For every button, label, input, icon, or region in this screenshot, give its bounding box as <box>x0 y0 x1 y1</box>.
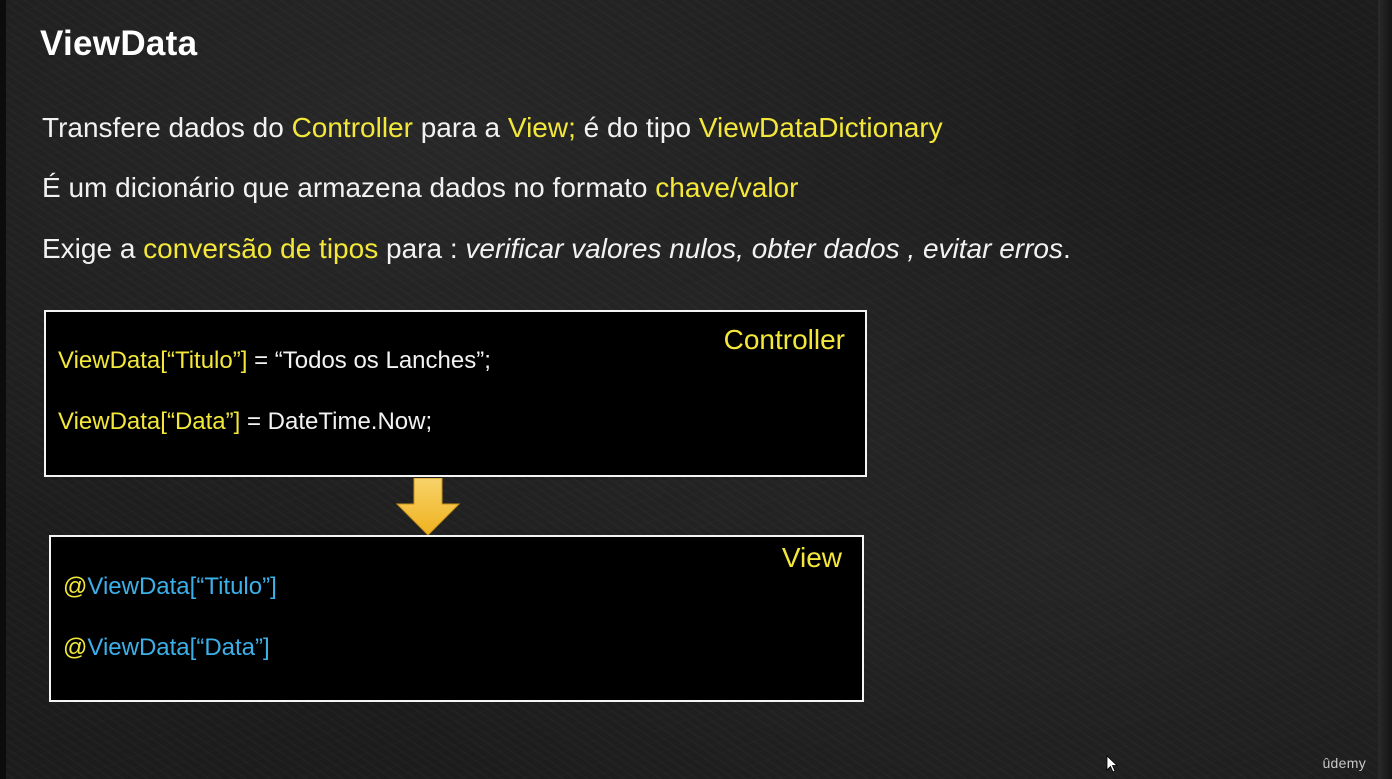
slide-stage: ViewData Transfere dados do Controller p… <box>0 0 1392 779</box>
razor-expression: ViewData[“Data”] <box>87 634 270 661</box>
line3-text-c: . <box>1063 233 1071 264</box>
code-key: ViewData[“Data”] <box>58 408 241 435</box>
view-code-line-1: @ViewData[“Titulo”] <box>63 573 277 601</box>
line1-highlight-controller: Controller <box>291 112 413 143</box>
line3-text-a: Exige a <box>42 233 144 264</box>
right-scroll-edge <box>1378 0 1392 779</box>
razor-at-symbol: @ <box>63 573 88 600</box>
mouse-pointer-icon <box>1106 755 1118 773</box>
razor-expression: ViewData[“Titulo”] <box>87 573 277 600</box>
line1-text-c: é do tipo <box>575 112 699 143</box>
view-code-line-2: @ViewData[“Data”] <box>63 634 270 662</box>
line2-highlight-keyvalue: chave/valor <box>655 172 799 203</box>
razor-at-symbol: @ <box>63 634 88 661</box>
line2-text-a: É um dicionário que armazena dados no fo… <box>42 172 656 203</box>
controller-box-label: Controller <box>723 324 845 355</box>
slide-title: ViewData <box>40 24 198 63</box>
view-box-label: View <box>781 542 842 573</box>
line1-highlight-view: View; <box>507 112 576 143</box>
left-edge <box>0 0 6 779</box>
line3-highlight-conversion: conversão de tipos <box>143 233 379 264</box>
line1-text-b: para a <box>412 112 508 143</box>
bullet-line-3: Exige a conversão de tipos para : verifi… <box>42 233 1071 265</box>
down-arrow-icon <box>396 478 460 536</box>
controller-code-line-1: ViewData[“Titulo”] = “Todos os Lanches”; <box>58 347 491 375</box>
code-key: ViewData[“Titulo”] <box>58 347 248 374</box>
controller-code-box: Controller ViewData[“Titulo”] = “Todos o… <box>44 310 867 477</box>
bullet-line-1: Transfere dados do Controller para a Vie… <box>42 112 943 144</box>
view-code-box: View @ViewData[“Titulo”] @ViewData[“Data… <box>49 535 864 702</box>
line3-italic-reasons: verificar valores nulos, obter dados , e… <box>465 233 1063 264</box>
code-assignment: = DateTime.Now; <box>240 408 433 435</box>
controller-code-line-2: ViewData[“Data”] = DateTime.Now; <box>58 408 432 436</box>
line1-highlight-type: ViewDataDictionary <box>698 112 943 143</box>
bullet-line-2: É um dicionário que armazena dados no fo… <box>42 172 798 204</box>
line1-text-a: Transfere dados do <box>42 112 292 143</box>
code-assignment: = “Todos os Lanches”; <box>247 347 491 374</box>
line3-text-b: para : <box>378 233 466 264</box>
udemy-watermark: ûdemy <box>1322 755 1366 771</box>
